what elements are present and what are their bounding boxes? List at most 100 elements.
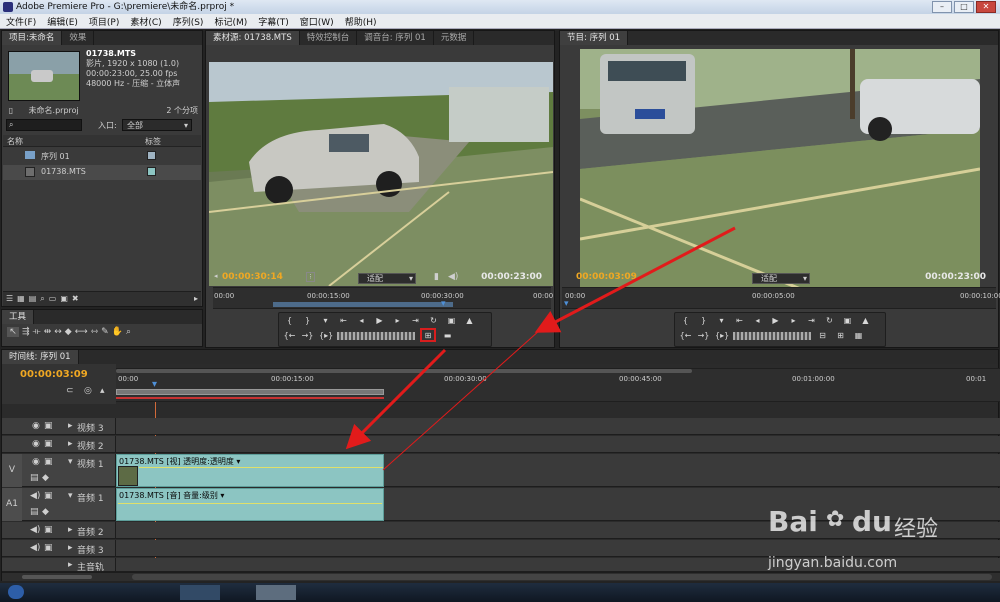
loop-icon[interactable]: ↻ <box>427 315 440 327</box>
expand-icon[interactable]: ▸ <box>68 525 73 535</box>
program-playhead-icon[interactable]: ▾ <box>564 299 569 309</box>
tab-program[interactable]: 节目: 序列 01 <box>560 31 629 45</box>
lock-icon[interactable]: ▣ <box>44 457 53 467</box>
speaker-icon[interactable]: ◀) <box>448 272 458 282</box>
icon-view-icon[interactable]: ▦ <box>17 294 25 304</box>
tab-audio-mixer[interactable]: 调音台: 序列 01 <box>357 31 434 45</box>
play-icon[interactable]: ▶ <box>769 315 782 327</box>
find-icon[interactable]: ⌕ <box>40 294 44 304</box>
goto-in-icon[interactable]: {← <box>679 330 692 342</box>
source-in-out-range[interactable] <box>273 302 453 307</box>
ripple-edit-icon[interactable]: ⟛ <box>33 327 41 337</box>
source-current-timecode[interactable]: 00:00:30:14 <box>222 272 283 282</box>
frame-back-icon[interactable]: ◂ <box>751 315 764 327</box>
track-header-audio3[interactable]: ◀) ▣ ▸ 音频 3 <box>2 540 116 557</box>
keyframe-icon[interactable]: ◆ <box>42 473 49 483</box>
play-in-out-icon[interactable]: {▸} <box>715 330 729 342</box>
speaker-icon[interactable]: ◀) <box>30 525 40 535</box>
clear-icon[interactable]: ✖ <box>72 294 79 304</box>
lift-icon[interactable]: ⊟ <box>816 330 829 342</box>
lock-icon[interactable]: ▣ <box>44 543 53 553</box>
overlay-icon[interactable]: ▬ <box>441 330 454 342</box>
lock-icon[interactable]: ▣ <box>44 439 53 449</box>
close-button[interactable]: ✕ <box>976 1 996 13</box>
project-item-sequence[interactable]: 序列 01 <box>3 149 201 164</box>
set-out-icon[interactable]: } <box>697 315 710 327</box>
add-marker-icon[interactable]: ▴ <box>100 386 105 396</box>
step-forward-icon[interactable]: ⇥ <box>805 315 818 327</box>
goto-in-icon[interactable]: {← <box>283 330 296 342</box>
keyframe-icon[interactable]: ◆ <box>42 507 49 517</box>
extract-icon[interactable]: ⊞ <box>834 330 847 342</box>
menu-edit[interactable]: 编辑(E) <box>47 15 78 28</box>
tab-effects[interactable]: 效果 <box>62 31 95 45</box>
timeline-time-ruler[interactable]: 00:00 00:00:15:00 00:00:30:00 00:00:45:0… <box>116 368 1000 402</box>
program-fit-select[interactable]: 适配 ▾ <box>752 273 810 284</box>
expand-icon[interactable]: ▸ <box>68 543 73 553</box>
source-time-ruler[interactable]: 00:00 00:00:15:00 00:00:30:00 00:00 ▾ <box>213 287 553 309</box>
program-current-timecode[interactable]: 00:00:03:09 <box>576 272 637 282</box>
timeline-zoom-bar[interactable] <box>116 369 692 373</box>
automate-icon[interactable]: ▤ <box>29 294 37 304</box>
track-header-video3[interactable]: ◉ ▣ ▸ 视频 3 <box>2 418 116 435</box>
taskbar-app-icon[interactable] <box>180 585 220 600</box>
expand-icon[interactable]: ▸ <box>68 439 73 449</box>
lock-icon[interactable]: ▣ <box>44 421 53 431</box>
output-settings-icon[interactable]: ▲ <box>463 315 476 327</box>
set-in-icon[interactable]: { <box>679 315 692 327</box>
entry-select[interactable]: 全部 ▾ <box>122 119 192 131</box>
jog-shuttle[interactable] <box>337 332 415 340</box>
rate-stretch-icon[interactable]: ↔ <box>54 327 62 337</box>
timeline-timecode[interactable]: 00:00:03:09 <box>20 369 88 380</box>
set-in-icon[interactable]: { <box>283 315 296 327</box>
step-back-icon[interactable]: ⇤ <box>733 315 746 327</box>
maximize-button[interactable]: □ <box>954 1 974 13</box>
goto-out-icon[interactable]: →} <box>697 330 710 342</box>
menu-sequence[interactable]: 序列(S) <box>173 15 204 28</box>
list-view-icon[interactable]: ☰ <box>6 294 13 304</box>
new-item-icon[interactable]: ▣ <box>60 294 68 304</box>
safe-margins-icon[interactable]: ⁝ <box>306 272 315 282</box>
frame-forward-icon[interactable]: ▸ <box>391 315 404 327</box>
timeline-zoom-slider[interactable] <box>22 575 92 579</box>
sequence-marker-icon[interactable]: ◎ <box>84 386 92 396</box>
frame-forward-icon[interactable]: ▸ <box>787 315 800 327</box>
menu-window[interactable]: 窗口(W) <box>300 15 334 28</box>
menu-project[interactable]: 项目(P) <box>89 15 119 28</box>
slip-icon[interactable]: ⟷ <box>75 327 88 337</box>
menu-help[interactable]: 帮助(H) <box>345 15 377 28</box>
tab-project[interactable]: 项目:未命名 <box>2 31 63 45</box>
output-icon[interactable]: ▮ <box>434 272 439 282</box>
menu-title[interactable]: 字幕(T) <box>258 15 289 28</box>
hand-icon[interactable]: ✋ <box>112 327 123 337</box>
volume-rubber-band[interactable] <box>118 503 382 504</box>
track-header-video1[interactable]: V ◉ ▣ ▾ 视频 1 ▤ ◆ <box>2 454 116 487</box>
display-style-icon[interactable]: ▤ <box>30 507 39 517</box>
selection-tool-icon[interactable]: ↖ <box>7 327 19 337</box>
new-bin-icon[interactable]: ▭ <box>49 294 57 304</box>
collapse-icon[interactable]: ▾ <box>68 491 73 501</box>
frame-back-icon[interactable]: ◂ <box>355 315 368 327</box>
column-label-header[interactable]: 标签 <box>145 136 161 147</box>
jog-shuttle[interactable] <box>733 332 811 340</box>
minimize-button[interactable]: – <box>932 1 952 13</box>
start-icon[interactable] <box>8 585 24 599</box>
razor-icon[interactable]: ◆ <box>65 327 72 337</box>
track-lane-video1[interactable]: 01738.MTS [视] 透明度:透明度 ▾ <box>116 454 1000 487</box>
target-track[interactable]: V <box>2 454 22 487</box>
taskbar-app-icon[interactable] <box>256 585 296 600</box>
speaker-icon[interactable]: ◀) <box>30 543 40 553</box>
menu-file[interactable]: 文件(F) <box>6 15 36 28</box>
eye-icon[interactable]: ◉ <box>32 439 40 449</box>
track-select-icon[interactable]: ⇶ <box>22 327 30 337</box>
program-time-ruler[interactable]: 00:00 00:00:05:00 00:00:10:00 ▾ <box>562 287 1000 309</box>
expand-icon[interactable]: ▸ <box>68 560 73 570</box>
zoom-icon[interactable]: ⌕ <box>126 327 131 337</box>
speaker-icon[interactable]: ◀) <box>30 491 40 501</box>
scroll-left-icon[interactable]: ◂ <box>214 272 218 280</box>
track-header-audio1[interactable]: A1 ◀) ▣ ▾ 音频 1 ▤ ◆ <box>2 488 116 521</box>
play-icon[interactable]: ▶ <box>373 315 386 327</box>
menu-marker[interactable]: 标记(M) <box>214 15 247 28</box>
marker-icon[interactable]: ▾ <box>715 315 728 327</box>
video-clip[interactable]: 01738.MTS [视] 透明度:透明度 ▾ <box>116 454 384 487</box>
